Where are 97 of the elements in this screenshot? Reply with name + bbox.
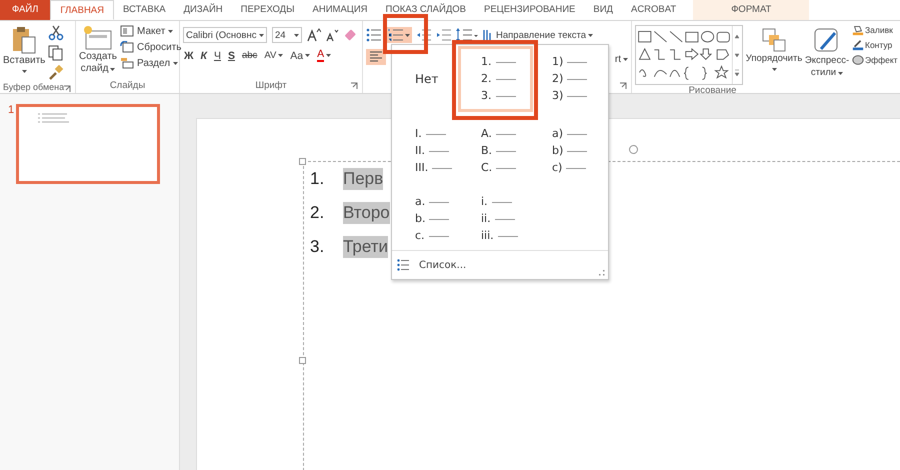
shrink-font-icon[interactable]	[326, 28, 339, 42]
shadow-button[interactable]: S	[226, 50, 236, 62]
reset-icon	[120, 41, 134, 53]
change-case-button[interactable]: Aa	[289, 50, 312, 62]
bold-button[interactable]: Ж	[183, 50, 194, 62]
caret-icon	[405, 34, 410, 36]
underline-button[interactable]: Ч	[212, 50, 222, 62]
caret-icon	[772, 68, 776, 71]
caret-icon	[168, 30, 174, 32]
font-family-field[interactable]: Calibri (Основнс	[183, 27, 267, 43]
caret-icon	[838, 72, 844, 74]
group-label: Слайды	[110, 80, 146, 91]
highlight-frame	[383, 14, 428, 54]
caret-icon	[22, 70, 27, 73]
ribbon-tab[interactable]: АНИМАЦИЯ	[304, 0, 377, 20]
text-direction-button[interactable]: Направление текста	[482, 28, 594, 42]
launcher-icon[interactable]	[619, 82, 627, 90]
section-button[interactable]: Раздел	[120, 57, 182, 69]
shape-outline-button[interactable]: Контур	[852, 39, 898, 51]
ribbon-tab[interactable]: ACROBAT	[622, 0, 686, 20]
ribbon-tab[interactable]: ГЛАВНАЯ	[50, 0, 114, 20]
caret-icon	[623, 58, 628, 60]
numbering-option[interactable]: 1) 2) 3)	[541, 46, 603, 112]
paint-bucket-icon	[852, 24, 864, 36]
caret-icon	[588, 34, 594, 36]
list-number: 1.	[310, 169, 326, 189]
list-text: Перв	[343, 168, 384, 190]
character-spacing-button[interactable]: AV	[263, 50, 284, 61]
numbering-button[interactable]	[386, 27, 412, 43]
caret-icon	[278, 54, 284, 57]
font-color-button[interactable]: A	[316, 49, 332, 62]
quick-styles-button[interactable]: Экспресс- стили	[805, 23, 849, 79]
numbering-option[interactable]: a. b. c.	[392, 190, 450, 248]
resize-grip-icon[interactable]	[599, 270, 605, 276]
group-label: Буфер обмена	[3, 82, 64, 92]
shape-fill-button[interactable]: Заливк	[852, 24, 898, 36]
scissors-icon[interactable]	[48, 25, 64, 41]
list-number: 3.	[310, 237, 326, 257]
ribbon-tab[interactable]: ВСТАВКА	[114, 0, 175, 20]
layout-icon	[120, 25, 134, 37]
numbering-option[interactable]: Нет	[410, 67, 446, 91]
ribbon-tab[interactable]: ПОКАЗ СЛАЙДОВ	[376, 0, 475, 20]
strikethrough-button[interactable]: abc	[240, 50, 258, 61]
slide-icon	[83, 25, 113, 51]
effects-icon	[852, 54, 864, 66]
caret-icon	[259, 34, 264, 36]
align-left-icon	[369, 51, 383, 63]
copy-icon[interactable]	[48, 45, 64, 61]
group-label: Шрифт	[255, 80, 287, 91]
list-icon	[397, 259, 409, 271]
rotate-handle[interactable]	[629, 145, 638, 154]
numbered-list-icon	[388, 28, 404, 42]
group-label: Рисование	[688, 85, 736, 96]
resize-handle[interactable]	[299, 357, 306, 364]
section-icon	[120, 57, 134, 69]
numbering-option[interactable]: 1. 2. 3.	[458, 46, 533, 112]
numbering-option[interactable]: i. ii. iii.	[458, 190, 533, 248]
gallery-scroll-icon[interactable]	[732, 26, 742, 84]
brush-icon[interactable]	[48, 65, 64, 81]
ribbon-tab[interactable]: ДИЗАЙН	[174, 0, 232, 20]
increase-indent-icon[interactable]	[436, 28, 452, 42]
caret-icon	[110, 68, 116, 70]
list-text: Трети	[343, 236, 388, 258]
reset-button[interactable]: Сбросить	[120, 41, 182, 53]
smartart-button[interactable]: rt	[614, 54, 628, 64]
paste-button[interactable]: Вставить	[3, 23, 46, 73]
ribbon-tab[interactable]: ФОРМАТ	[693, 0, 810, 20]
align-left-button[interactable]	[366, 49, 386, 65]
bullets-icon[interactable]	[366, 28, 382, 42]
arrange-button[interactable]: Упорядочить	[746, 23, 802, 71]
decrease-indent-icon[interactable]	[416, 28, 432, 42]
italic-button[interactable]: К	[200, 50, 208, 62]
layout-button[interactable]: Макет	[120, 25, 182, 37]
caret-icon	[294, 34, 299, 36]
slide-number: 1	[8, 104, 14, 116]
list-settings-item[interactable]: Список...	[397, 259, 466, 271]
font-size-field[interactable]: 24	[272, 27, 302, 43]
caret-icon	[305, 54, 310, 57]
grow-font-icon[interactable]	[307, 28, 321, 42]
resize-handle[interactable]	[299, 158, 306, 165]
line-spacing-icon[interactable]	[456, 28, 478, 42]
slide-thumbnail[interactable]	[16, 104, 160, 184]
clipboard-icon	[11, 25, 38, 55]
launcher-icon[interactable]	[350, 82, 358, 90]
ribbon-tab[interactable]: РЕЦЕНЗИРОВАНИЕ	[475, 0, 584, 20]
ribbon-tab[interactable]: ФАЙЛ	[0, 0, 50, 20]
new-slide-button[interactable]: Создать слайд	[79, 23, 118, 75]
ribbon-tab[interactable]: ВИД	[584, 0, 622, 20]
shape-effects-button[interactable]: Эффект	[852, 54, 898, 66]
list-text: Второ	[343, 202, 390, 224]
arrange-icon	[761, 27, 787, 53]
list-number: 2.	[310, 203, 326, 223]
launcher-icon[interactable]	[63, 85, 71, 93]
pencil-icon	[852, 39, 864, 51]
caret-icon	[326, 54, 332, 57]
caret-icon	[173, 62, 178, 64]
ribbon-tab[interactable]: ПЕРЕХОДЫ	[232, 0, 304, 20]
